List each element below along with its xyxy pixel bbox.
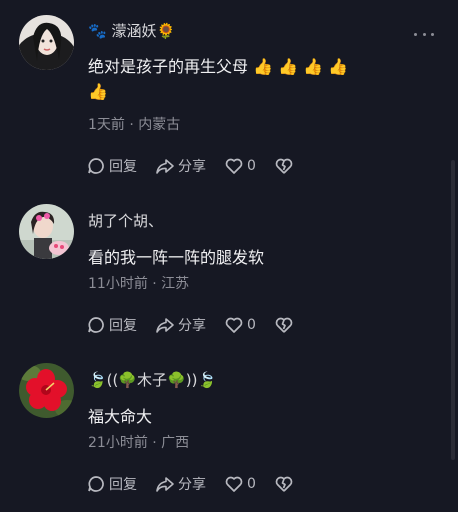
dot	[414, 32, 417, 36]
share-icon	[156, 318, 174, 333]
share-icon	[156, 477, 174, 492]
dislike-button[interactable]	[274, 156, 297, 176]
heart-icon	[225, 476, 243, 492]
like-button[interactable]: 0	[224, 315, 256, 335]
comment-text-line2: 👍	[88, 82, 108, 101]
reply-icon	[88, 476, 104, 492]
reply-icon	[88, 317, 104, 333]
comment-author-name[interactable]: 胡了个胡、	[88, 210, 163, 231]
comment-text: 绝对是孩子的再生父母 👍 👍 👍 👍	[88, 57, 349, 76]
comment-meta: 21小时前 · 广西	[88, 435, 190, 451]
comment-text: 看的我一阵一阵的腿发软	[88, 248, 265, 267]
share-label: 分享	[178, 318, 206, 334]
reply-label: 回复	[109, 318, 137, 334]
reply-button[interactable]: 回复	[86, 156, 137, 176]
heart-icon	[225, 317, 243, 333]
heart-icon	[225, 158, 243, 174]
reply-icon	[88, 158, 104, 174]
comment-actions: 回复 分享 0	[86, 155, 315, 177]
avatar[interactable]	[19, 15, 74, 70]
like-button[interactable]: 0	[224, 156, 256, 176]
like-count: 0	[247, 476, 256, 492]
reply-label: 回复	[109, 477, 137, 493]
avatar[interactable]	[19, 363, 74, 418]
share-button[interactable]: 分享	[155, 315, 206, 335]
broken-heart-icon	[275, 317, 293, 333]
comment-text: 福大命大	[88, 407, 153, 426]
comment-actions: 回复 分享 0	[86, 473, 315, 495]
scrollbar[interactable]	[451, 160, 455, 460]
dislike-button[interactable]	[274, 474, 297, 494]
dislike-button[interactable]	[274, 315, 297, 335]
like-count: 0	[247, 158, 256, 174]
reply-label: 回复	[109, 159, 137, 175]
comment-meta: 1天前 · 内蒙古	[88, 117, 181, 133]
share-icon	[156, 159, 174, 174]
more-options-button[interactable]	[414, 30, 434, 38]
avatar[interactable]	[19, 204, 74, 259]
avatar-image	[19, 204, 74, 259]
share-label: 分享	[178, 477, 206, 493]
reply-button[interactable]: 回复	[86, 315, 137, 335]
comment-actions: 回复 分享 0	[86, 314, 315, 336]
avatar-image	[19, 363, 74, 418]
share-label: 分享	[178, 159, 206, 175]
broken-heart-icon	[275, 158, 293, 174]
share-button[interactable]: 分享	[155, 156, 206, 176]
dot	[422, 32, 426, 36]
comment-author-name[interactable]: 🍃((🌳木子🌳))🍃	[88, 369, 216, 390]
avatar-image	[19, 15, 74, 70]
comment-meta: 11小时前 · 江苏	[88, 276, 190, 292]
share-button[interactable]: 分享	[155, 474, 206, 494]
broken-heart-icon	[275, 476, 293, 492]
like-button[interactable]: 0	[224, 474, 256, 494]
dot	[431, 32, 434, 36]
like-count: 0	[247, 317, 256, 333]
reply-button[interactable]: 回复	[86, 474, 137, 494]
comment-author-name[interactable]: 🐾 濛涵妖🌻	[88, 20, 175, 41]
